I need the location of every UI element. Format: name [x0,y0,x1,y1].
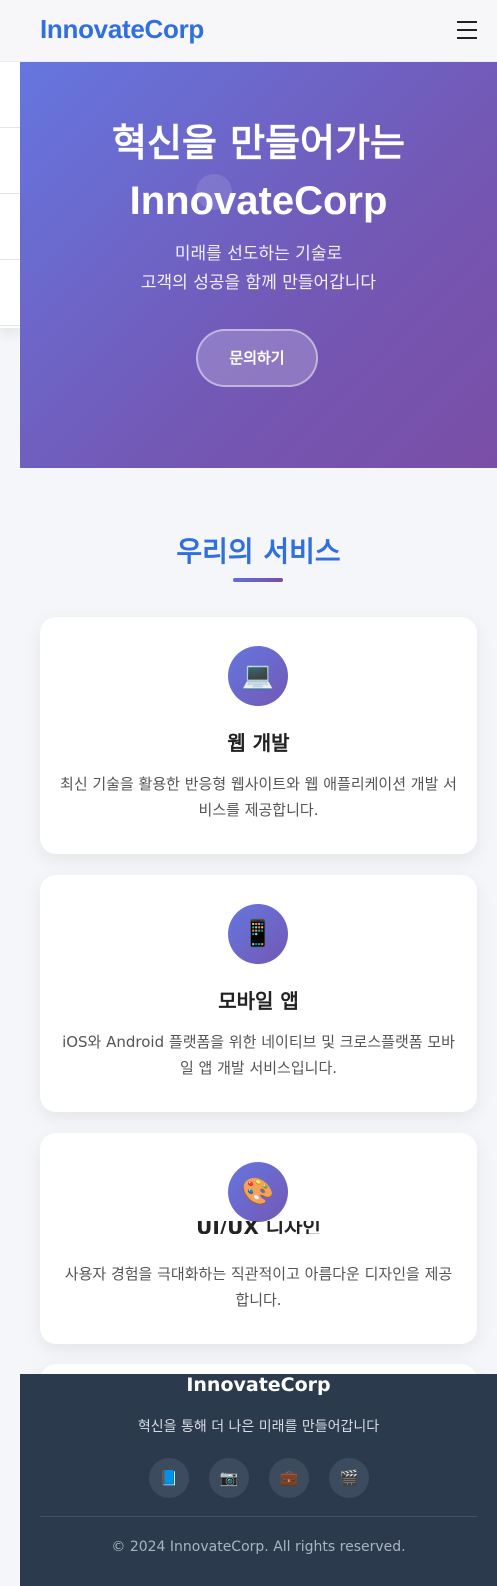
service-card-web[interactable]: 💻 웹 개발 최신 기술을 활용한 반응형 웹사이트와 웹 애플리케이션 개발 … [40,617,477,854]
hero-subtitle-line1: 미래를 선도하는 기술로 [174,244,343,264]
footer-brand: InnovateCorp [186,1374,331,1396]
hamburger-bar [457,37,477,39]
hero-subtitle-line2: 고객의 성공을 함께 만들어갑니다 [140,273,377,293]
mobile-nav-item[interactable] [0,260,20,326]
hero-subtitle: 미래를 선도하는 기술로 고객의 성공을 함께 만들어갑니다 [20,240,497,298]
footer-divider [40,1516,477,1517]
hero-section: 혁신을 만들어가는 InnovateCorp 미래를 선도하는 기술로 고객의 … [20,62,497,468]
service-card-description: iOS와 Android 플랫폼을 위한 네이티브 및 크로스플랫폼 모바일 앱… [62,1033,455,1077]
video-camera-icon[interactable]: 🎬 [329,1458,369,1498]
hamburger-menu-icon[interactable] [457,21,477,39]
mobile-nav-item[interactable] [0,194,20,260]
mobile-nav-item[interactable] [0,128,20,194]
service-card-title: UI/UX 디자인 [196,1221,321,1234]
footer-tagline: 혁신을 통해 더 나은 미래를 만들어갑니다 [137,1419,380,1435]
hamburger-bar [457,29,477,31]
logo[interactable]: InnovateCorp [40,14,204,45]
copyright-text: © 2024 InnovateCorp. All rights reserved… [111,1539,406,1555]
service-card-title: 모바일 앱 [218,989,299,1013]
service-card-title: 웹 개발 [227,731,290,755]
hero-title: 혁신을 만들어가는 InnovateCorp [20,114,497,230]
service-card-design[interactable]: 🎨 UI/UX 디자인 사용자 경험을 극대화하는 직관적이고 아름다운 디자인… [40,1133,477,1344]
hamburger-bar [457,21,477,23]
mobile-nav-menu [0,62,20,328]
title-underline [233,578,283,582]
mobile-phone-icon: 📱 [228,904,288,964]
hero-title-line1: 혁신을 만들어가는 [112,121,405,165]
services-title: 우리의 서비스 [176,535,341,568]
service-card-description: 사용자 경험을 극대화하는 직관적이고 아름다운 디자인을 제공합니다. [64,1265,453,1309]
mobile-nav-item[interactable] [0,62,20,128]
camera-icon[interactable]: 📷 [209,1458,249,1498]
palette-icon: 🎨 [228,1162,288,1222]
contact-button[interactable]: 문의하기 [196,329,318,387]
briefcase-icon[interactable]: 💼 [269,1458,309,1498]
site-footer: InnovateCorp 혁신을 통해 더 나은 미래를 만들어갑니다 📘 📷 … [20,1374,497,1586]
book-icon[interactable]: 📘 [149,1458,189,1498]
hero-title-line2: InnovateCorp [129,179,388,223]
laptop-icon: 💻 [228,646,288,706]
service-card-description: 최신 기술을 활용한 반응형 웹사이트와 웹 애플리케이션 개발 서비스를 제공… [60,775,457,819]
site-header: InnovateCorp [0,0,497,62]
service-card-mobile[interactable]: 📱 모바일 앱 iOS와 Android 플랫폼을 위한 네이티브 및 크로스플… [40,875,477,1112]
